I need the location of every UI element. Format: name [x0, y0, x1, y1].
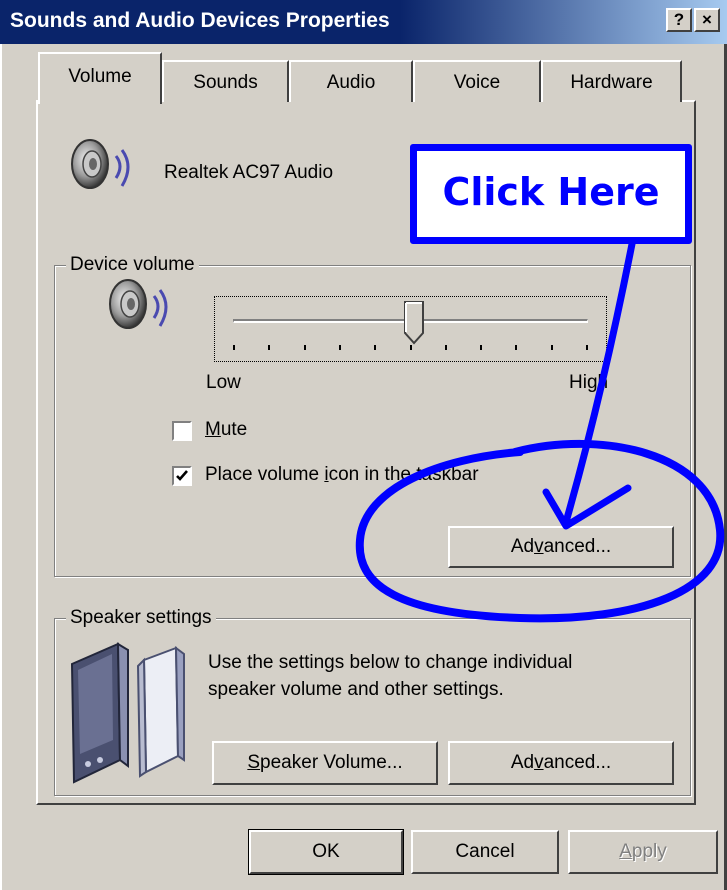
arrow-line [562, 240, 636, 526]
annotation-overlay [355, 240, 725, 623]
tab-volume-label: Volume [68, 66, 132, 87]
tab-volume[interactable]: Volume [38, 52, 162, 104]
highlight-ellipse [355, 439, 725, 623]
arrowhead [542, 484, 632, 530]
